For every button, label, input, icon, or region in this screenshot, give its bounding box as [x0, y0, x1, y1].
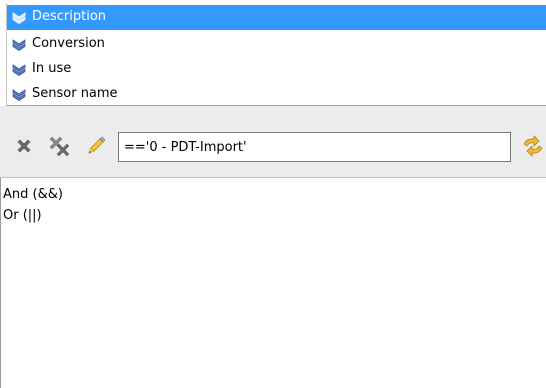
field-item-conversion[interactable]: Conversion [7, 32, 546, 57]
field-item-label: In use [32, 61, 72, 76]
field-item-sensor-name[interactable]: Sensor name [7, 82, 546, 107]
field-item-label: Conversion [32, 36, 105, 51]
field-item-label: Sensor name [32, 86, 118, 101]
operator-list[interactable]: And (&&) Or (||) [0, 178, 546, 388]
filter-toolbar [0, 122, 546, 178]
operator-label: And (&&) [3, 187, 63, 202]
operator-item-or[interactable]: Or (||) [3, 206, 42, 226]
field-item-label: Description [32, 9, 107, 24]
multi-x-icon [49, 136, 71, 160]
splitter[interactable] [0, 106, 546, 122]
refresh-arrows-icon [521, 135, 545, 161]
chevron-double-down-icon [10, 11, 28, 25]
x-icon [15, 137, 33, 159]
clear-all-button[interactable] [48, 136, 72, 160]
pencil-icon [85, 135, 107, 161]
chevron-double-down-icon [10, 63, 28, 77]
operator-label: Or (||) [3, 208, 42, 223]
operator-item-and[interactable]: And (&&) [3, 185, 63, 205]
field-item-description[interactable]: Description [7, 5, 546, 30]
delete-button[interactable] [12, 136, 36, 160]
chevron-double-down-icon [10, 38, 28, 52]
field-item-in-use[interactable]: In use [7, 57, 546, 82]
edit-button[interactable] [84, 136, 108, 160]
field-list[interactable]: Description Conversion In use Sensor nam… [6, 3, 546, 106]
chevron-double-down-icon [10, 88, 28, 102]
filter-input[interactable] [118, 132, 511, 162]
apply-button[interactable] [520, 135, 546, 161]
